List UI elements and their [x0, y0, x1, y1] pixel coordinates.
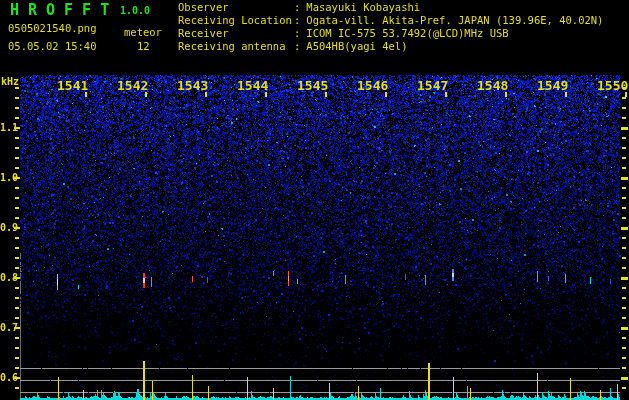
time-label: 1542 — [117, 79, 148, 92]
info-label: Observer — [178, 2, 294, 13]
info-row-antenna: Receiving antenna: A504HB(yagi 4el) — [178, 41, 407, 52]
info-value: A504HB(yagi 4el) — [306, 40, 407, 52]
mode-label: meteor — [124, 27, 162, 38]
info-row-observer: Observer: Masayuki Kobayashi — [178, 2, 420, 13]
freq-label: 1.1 — [0, 123, 18, 133]
freq-label: 0.6 — [0, 373, 18, 383]
time-label: 1543 — [177, 79, 208, 92]
info-value: Masayuki Kobayashi — [306, 1, 420, 13]
app-title: HROFFT — [10, 3, 118, 18]
time-label: 1549 — [537, 79, 568, 92]
freq-label: 1.0 — [0, 173, 18, 183]
info-colon: : — [294, 14, 300, 26]
time-label: 1545 — [297, 79, 328, 92]
info-label: Receiver — [178, 28, 294, 39]
info-colon: : — [294, 27, 300, 39]
time-label: 1544 — [237, 79, 268, 92]
info-colon: : — [294, 40, 300, 52]
freq-label: 0.8 — [0, 273, 18, 283]
info-value: Ogata-vill. Akita-Pref. JAPAN (139.96E, … — [306, 14, 603, 26]
info-label: Receiving Location — [178, 15, 294, 26]
time-label: 1547 — [417, 79, 448, 92]
info-colon: : — [294, 1, 300, 13]
info-value: ICOM IC-575 53.7492(@LCD)MHz USB — [306, 27, 508, 39]
time-label: 1541 — [57, 79, 88, 92]
time-label: 1546 — [357, 79, 388, 92]
hrofft-window: HROFFT 1.0.0 0505021540.png meteor 05.05… — [0, 0, 629, 400]
datetime: 05.05.02 15:40 — [8, 41, 97, 52]
time-label: 1548 — [477, 79, 508, 92]
echo-count: 12 — [137, 41, 150, 52]
freq-axis-unit: kHz — [1, 77, 19, 87]
info-row-location: Receiving Location: Ogata-vill. Akita-Pre… — [178, 15, 603, 26]
info-row-receiver: Receiver: ICOM IC-575 53.7492(@LCD)MHz US… — [178, 28, 509, 39]
info-label: Receiving antenna — [178, 41, 294, 52]
app-version: 1.0.0 — [120, 6, 150, 16]
spectrogram-canvas — [0, 0, 629, 400]
time-label: 1550 — [597, 79, 628, 92]
filename: 0505021540.png — [8, 23, 97, 34]
freq-label: 0.9 — [0, 223, 18, 233]
freq-label: 0.7 — [0, 323, 18, 333]
